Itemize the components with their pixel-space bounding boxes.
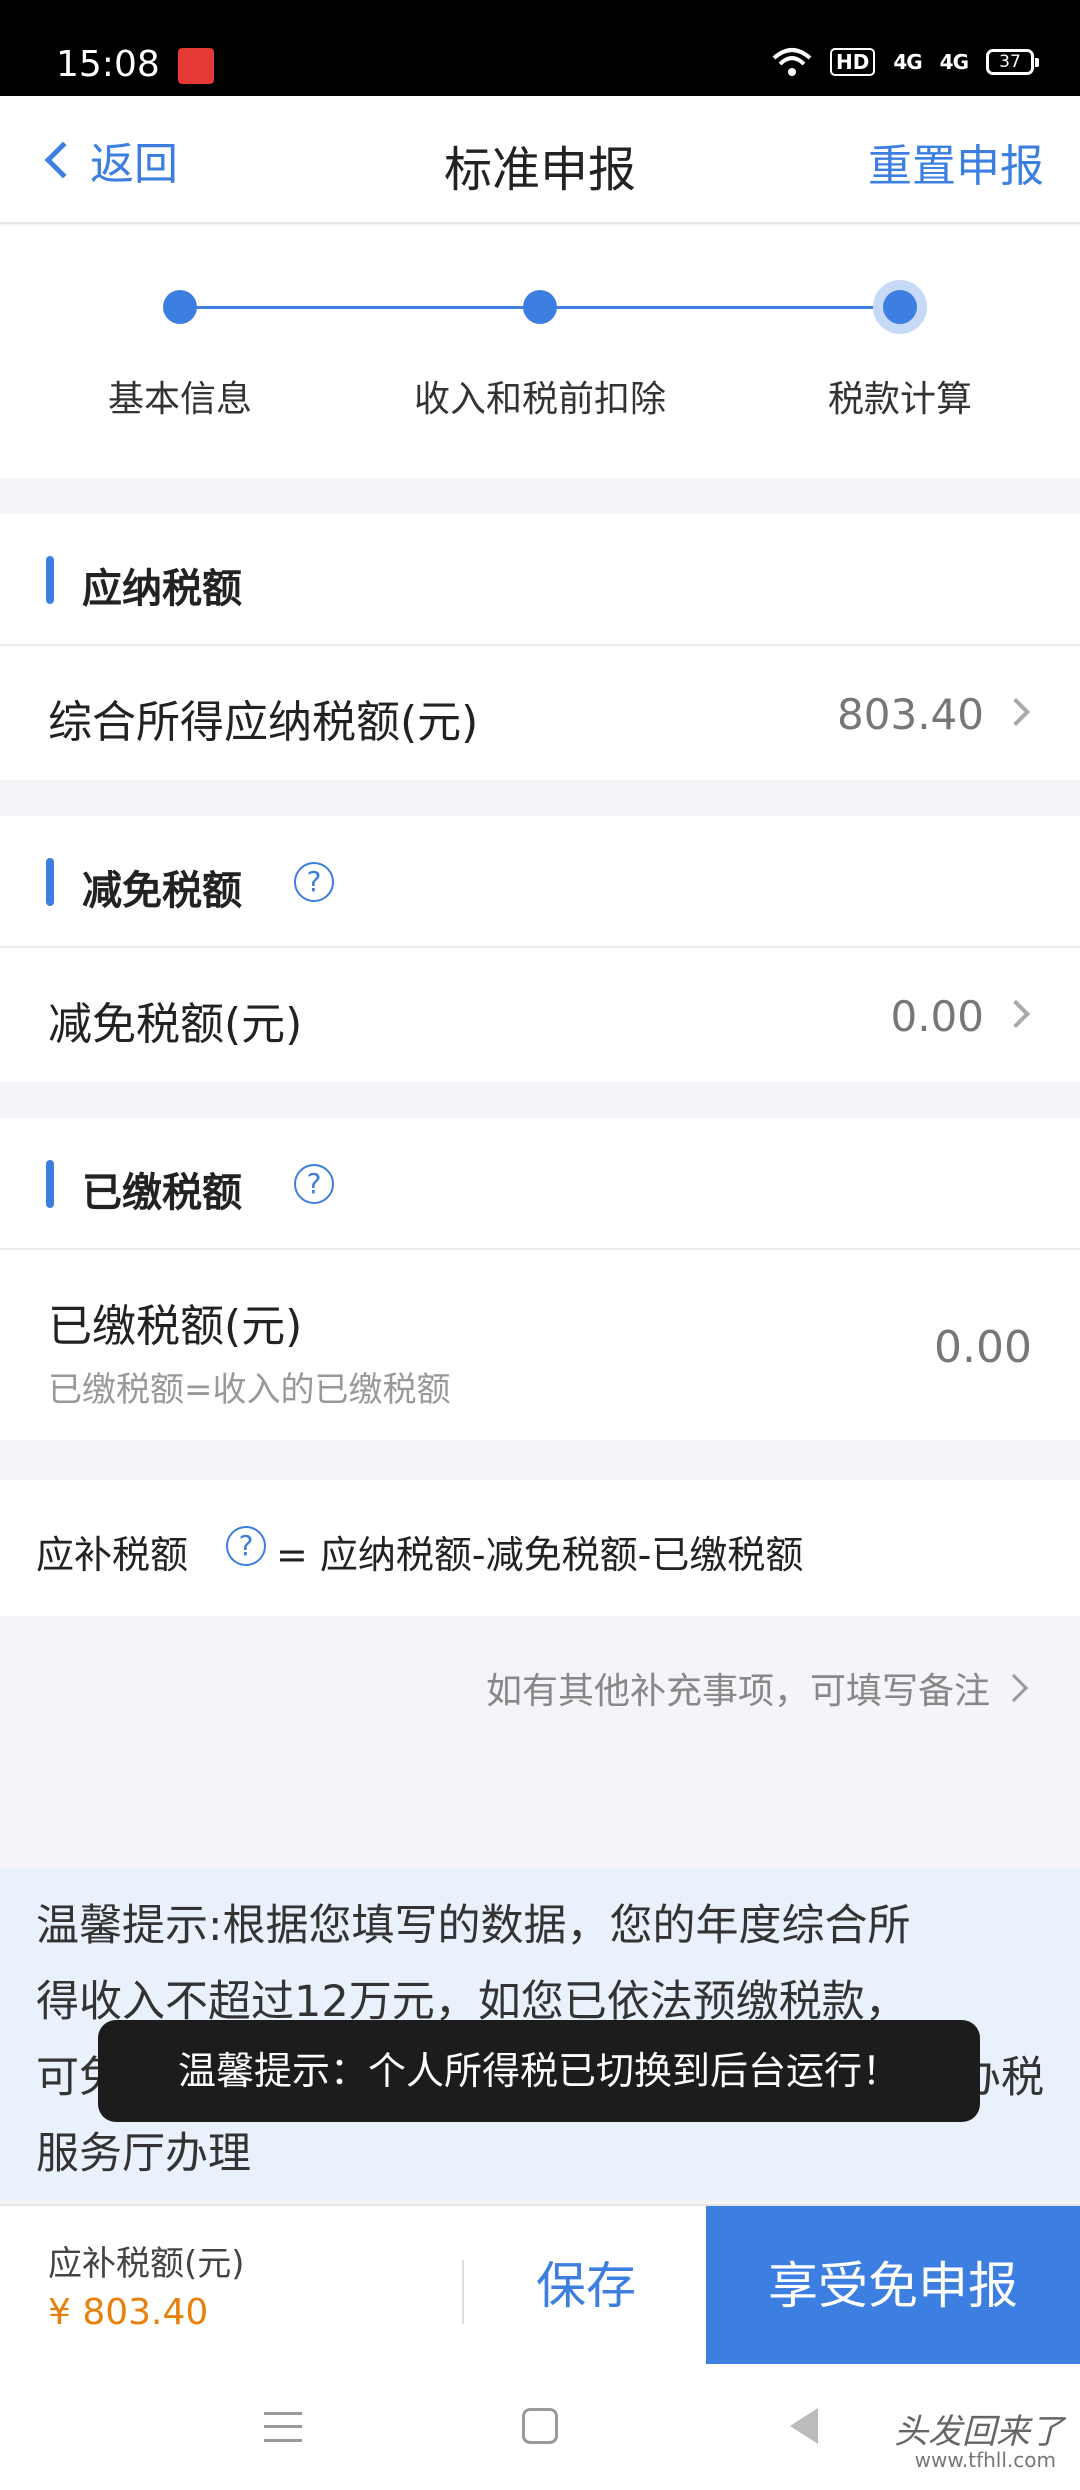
hd-badge: HD — [829, 48, 876, 76]
help-icon[interactable]: ? — [294, 862, 334, 902]
status-bar: 15:08 HD 4G 4G 37 — [0, 0, 1080, 96]
row-label: 综合所得应纳税额(元) — [48, 697, 479, 748]
section-accent-bar — [46, 858, 54, 906]
menu-icon[interactable] — [264, 2412, 302, 2442]
wifi-icon — [772, 48, 812, 76]
row-sublabel: 已缴税额=收入的已缴税额 — [48, 1370, 451, 1410]
section-title-reduction: 减免税额 — [82, 868, 242, 914]
formula-row: 应补税额 ? = 应纳税额-减免税额-已缴税额 — [0, 1480, 1080, 1616]
toast-message: 温馨提示：个人所得税已切换到后台运行！ — [98, 2020, 980, 2122]
step-label-income: 收入和税前扣除 — [413, 379, 666, 420]
row-value: 0.00 — [890, 992, 984, 1041]
back-triangle-icon[interactable] — [790, 2408, 818, 2444]
signal-icon-2: 4G — [939, 50, 969, 74]
section-payable-tax: 应纳税额 综合所得应纳税额(元) 803.40 — [0, 514, 1080, 780]
chevron-right-icon — [1001, 697, 1031, 727]
step-dot-income[interactable] — [523, 290, 557, 324]
section-title-paid: 已缴税额 — [82, 1170, 242, 1216]
step-dot-tax-calc[interactable] — [883, 290, 917, 324]
status-time: 15:08 — [56, 44, 160, 85]
row-tax-reduction[interactable]: 减免税额(元) 0.00 — [0, 948, 1080, 1082]
amount-due-label: 应补税额(元) — [48, 2244, 245, 2284]
nav-bar: 返回 标准申报 重置申报 — [0, 96, 1080, 224]
remark-link-label: 如有其他补充事项，可填写备注 — [485, 1671, 990, 1712]
tip-line-4: 服务厅办理 — [36, 2129, 251, 2179]
formula-text: = 应纳税额-减免税额-已缴税额 — [276, 1533, 804, 1577]
step-label-tax-calc: 税款计算 — [827, 379, 972, 420]
help-icon[interactable]: ? — [226, 1526, 266, 1566]
reset-declaration-button[interactable]: 重置申报 — [868, 130, 1044, 194]
remark-link[interactable]: 如有其他补充事项，可填写备注 — [485, 1662, 1029, 1714]
row-paid-tax: 已缴税额(元) 已缴税额=收入的已缴税额 0.00 — [0, 1250, 1080, 1440]
section-title-payable: 应纳税额 — [82, 566, 242, 612]
status-indicators: HD 4G 4G 37 — [772, 46, 1039, 78]
help-icon[interactable]: ? — [294, 1164, 334, 1204]
watermark-url: www.tfhll.com — [914, 2448, 1056, 2472]
home-icon[interactable] — [522, 2408, 558, 2444]
tip-line-1: 温馨提示:根据您填写的数据，您的年度综合所 — [36, 1901, 911, 1951]
section-accent-bar — [46, 1160, 54, 1208]
amount-due-value: ¥ 803.40 — [48, 2292, 209, 2333]
chevron-right-icon — [999, 1673, 1029, 1703]
system-nav-bar: 头发回来了 www.tfhll.com — [0, 2364, 1080, 2490]
section-paid-tax: 已缴税额 ? 已缴税额(元) 已缴税额=收入的已缴税额 0.00 — [0, 1118, 1080, 1440]
step-label-basic-info: 基本信息 — [107, 379, 252, 420]
row-label: 减免税额(元) — [48, 999, 303, 1050]
notification-app-icon — [178, 48, 214, 84]
bottom-action-bar: 应补税额(元) ¥ 803.40 保存 享受免申报 — [0, 2204, 1080, 2366]
watermark-logo: 头发回来了 — [894, 2412, 1064, 2452]
section-tax-reduction: 减免税额 ? 减免税额(元) 0.00 — [0, 816, 1080, 1082]
row-value: 803.40 — [837, 690, 984, 739]
exemption-button[interactable]: 享受免申报 — [706, 2206, 1080, 2366]
divider — [462, 2260, 464, 2324]
signal-icon: 4G — [893, 50, 922, 74]
section-accent-bar — [46, 556, 54, 604]
row-label: 已缴税额(元) — [48, 1301, 303, 1352]
save-button[interactable]: 保存 — [466, 2206, 706, 2366]
chevron-right-icon — [1001, 999, 1031, 1029]
section-header: 减免税额 ? — [0, 816, 1080, 948]
formula-label: 应补税额 — [36, 1533, 189, 1577]
row-payable-tax[interactable]: 综合所得应纳税额(元) 803.40 — [0, 646, 1080, 780]
row-value: 0.00 — [934, 1322, 1032, 1373]
section-header: 已缴税额 ? — [0, 1118, 1080, 1250]
battery-icon: 37 — [986, 49, 1039, 75]
section-header: 应纳税额 — [0, 514, 1080, 646]
progress-stepper: 基本信息 收入和税前扣除 税款计算 — [0, 226, 1080, 478]
step-dot-basic-info[interactable] — [163, 290, 197, 324]
